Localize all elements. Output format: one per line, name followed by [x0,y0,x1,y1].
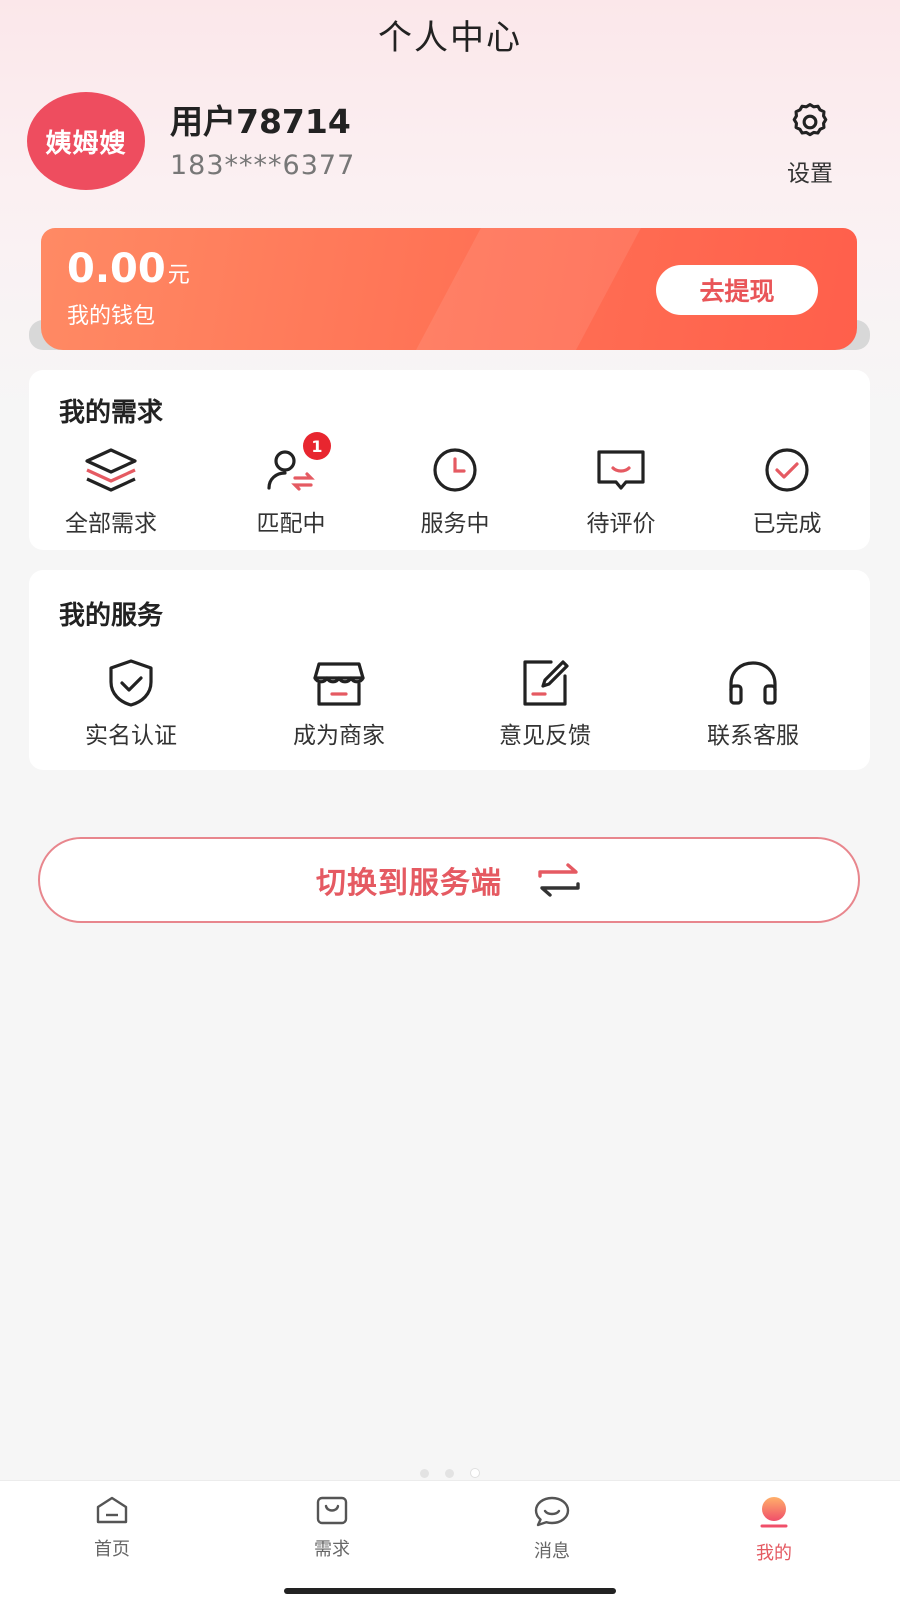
my-demands-title: 我的需求 [59,398,164,428]
page-dot-active [470,1468,480,1478]
my-services-card: 我的服务 实名认证 成为商家 意见反馈 联系客服 [29,570,870,770]
tab-label: 消息 [534,1541,570,1562]
service-item-label: 意见反馈 [499,723,591,749]
notification-badge: 1 [303,432,331,460]
demand-item-in-service[interactable]: 服务中 [385,446,525,538]
switch-button-label: 切换到服务端 [316,866,502,901]
demand-item-label: 服务中 [420,511,490,537]
home-icon [96,1496,128,1524]
wallet-amount: 0.00元 [67,246,190,292]
clock-icon [433,448,477,492]
wallet-amount-value: 0.00 [67,246,166,292]
gear-icon [792,103,828,137]
tab-mine[interactable]: 我的 [714,1495,834,1565]
demand-item-matching[interactable]: 1 匹配中 [221,432,361,538]
tab-home[interactable]: 首页 [52,1495,172,1561]
service-item-label: 成为商家 [293,723,385,749]
withdraw-button[interactable]: 去提现 [656,265,818,315]
home-indicator [284,1588,616,1594]
switch-to-provider-button[interactable]: 切换到服务端 [38,837,860,923]
wallet-decoration [390,228,652,350]
service-item-contact-support[interactable]: 联系客服 [683,658,823,750]
bag-icon [316,1496,348,1525]
headset-icon [729,661,777,705]
wallet-label: 我的钱包 [67,304,156,329]
service-item-label: 联系客服 [707,723,799,749]
avatar-text: 姨姆嫂 [45,128,127,159]
switch-arrows-icon [538,863,580,897]
edit-icon [523,660,569,706]
wallet-amount-unit: 元 [167,263,190,288]
demand-item-completed[interactable]: 已完成 [717,446,857,538]
settings-button[interactable]: 设置 [780,100,840,188]
my-demands-card: 我的需求 全部需求 1 匹配中 服务中 待评价 已完成 [29,370,870,550]
page-title: 个人中心 [378,18,522,58]
phone-number: 183****6377 [170,150,356,181]
store-icon [313,662,365,706]
service-item-label: 实名认证 [85,723,177,749]
demand-item-label: 全部需求 [65,511,157,537]
tab-messages[interactable]: 消息 [492,1495,612,1563]
check-circle-icon [765,448,809,492]
settings-label: 设置 [787,161,833,187]
username: 用户78714 [170,102,351,141]
tab-label: 我的 [756,1543,792,1564]
profile-icon [760,1497,788,1528]
demand-item-all[interactable]: 全部需求 [41,446,181,538]
page-dot [445,1469,454,1478]
my-services-title: 我的服务 [59,601,164,631]
chat-icon [534,1496,570,1527]
demand-item-to-review[interactable]: 待评价 [551,446,691,538]
page-dot [420,1469,429,1478]
header-background [0,0,900,420]
demand-item-label: 匹配中 [256,511,326,537]
bottom-tab-bar: 首页 需求 消息 我的 [0,1480,900,1601]
demand-item-label: 待评价 [586,511,656,537]
service-item-verification[interactable]: 实名认证 [61,658,201,750]
tab-demands[interactable]: 需求 [272,1495,392,1561]
layers-icon [85,448,137,492]
comment-icon [597,450,645,490]
tab-label: 首页 [94,1539,130,1560]
tab-label: 需求 [314,1539,350,1560]
demand-item-label: 已完成 [752,511,822,537]
service-item-become-merchant[interactable]: 成为商家 [269,658,409,750]
wallet-card[interactable]: 0.00元 我的钱包 去提现 [41,228,857,350]
avatar[interactable]: 姨姆嫂 [27,92,145,190]
service-item-feedback[interactable]: 意见反馈 [475,658,615,750]
shield-check-icon [109,659,153,707]
